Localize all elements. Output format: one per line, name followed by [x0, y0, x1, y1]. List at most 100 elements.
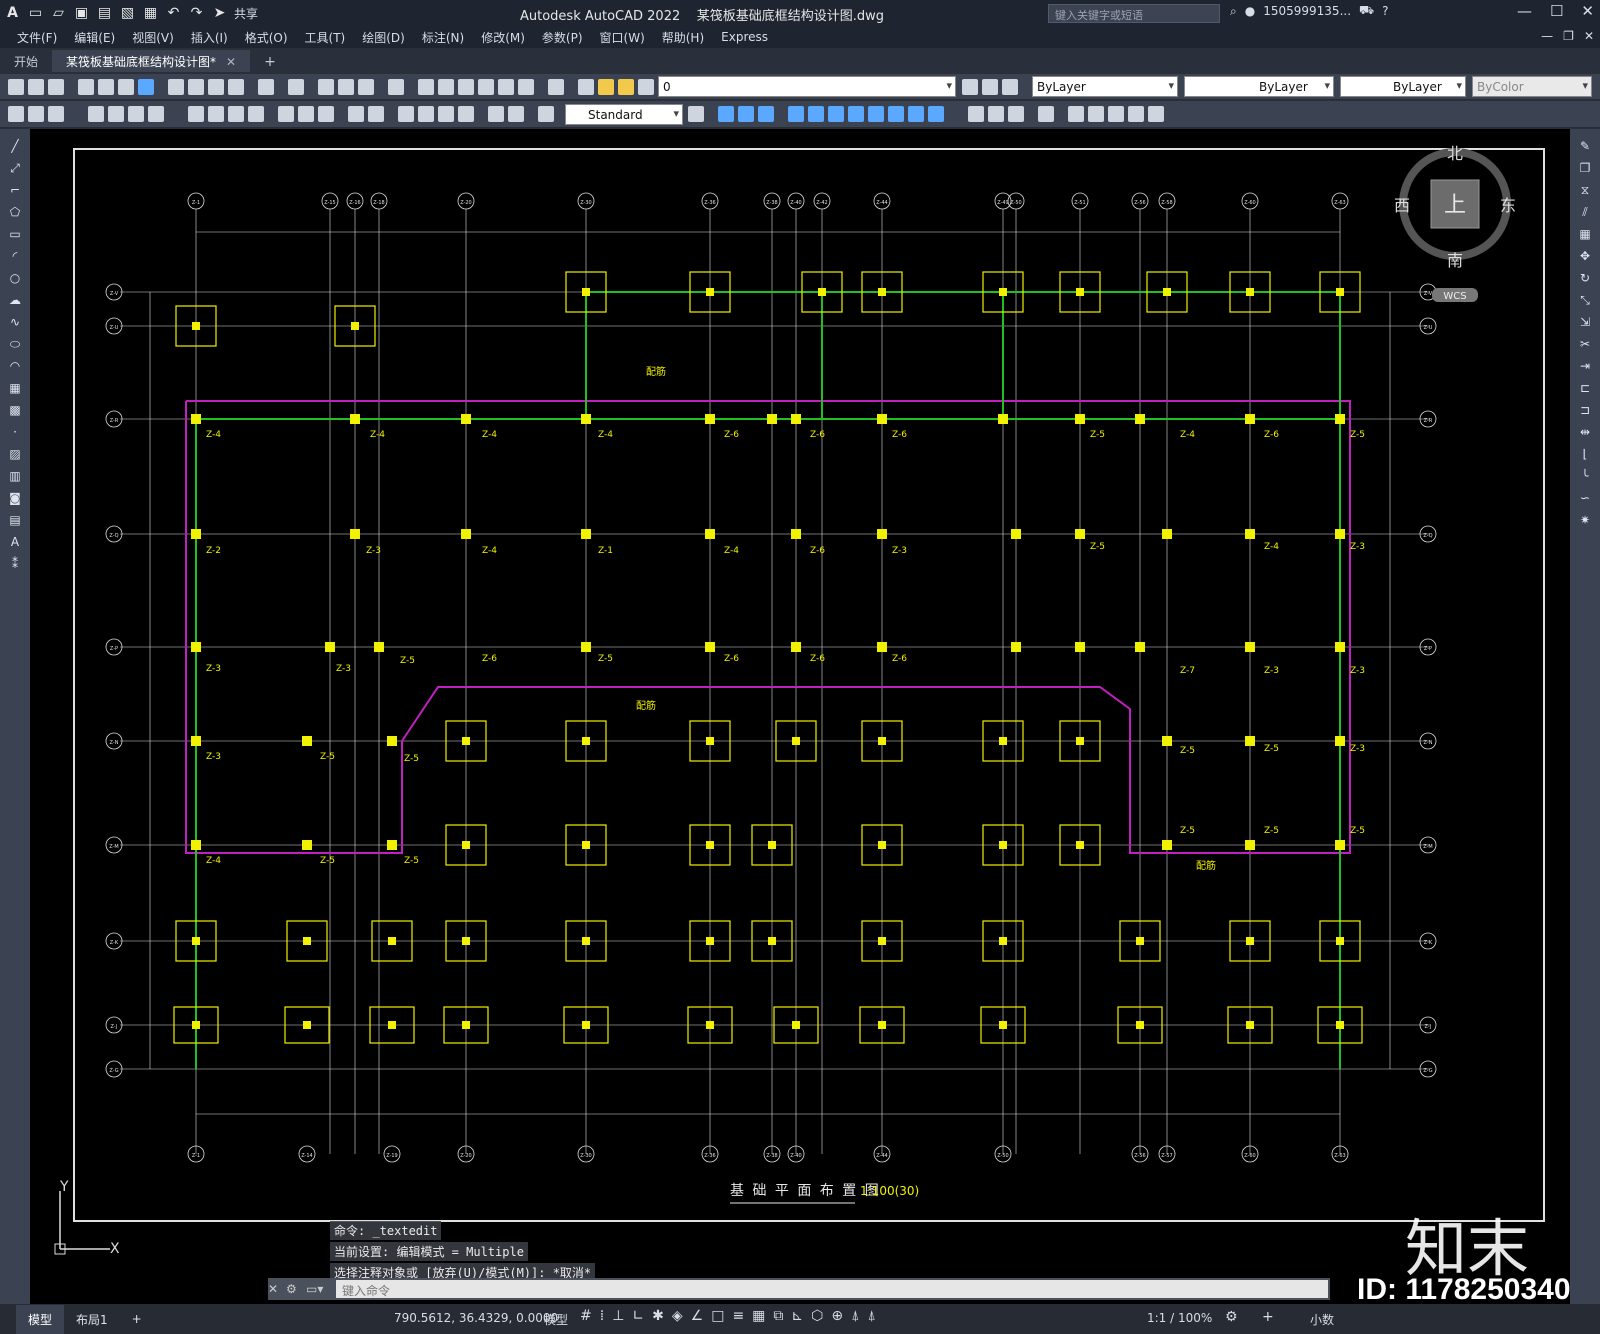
snap-icon[interactable]: ⁞	[600, 1308, 604, 1324]
continue-dim-icon[interactable]	[318, 106, 334, 122]
new-file-icon[interactable]: ▭	[27, 5, 44, 22]
plotstyle-dropdown[interactable]: ByColor ▾	[1472, 76, 1592, 97]
mirror-icon[interactable]: ⧖	[1577, 183, 1593, 197]
layer-freeze-icon[interactable]	[618, 79, 634, 95]
share-button[interactable]: 共享	[234, 5, 258, 22]
color-dropdown[interactable]: ByLayer ▾	[1032, 76, 1178, 97]
ne-iso-icon[interactable]	[888, 106, 904, 122]
insert-block-icon[interactable]: ▦	[7, 381, 23, 395]
gizmo-icon[interactable]: ⊕	[831, 1308, 843, 1324]
hatch-icon[interactable]: ▨	[7, 447, 23, 461]
dim-style-icon[interactable]	[8, 106, 24, 122]
annotation-scale[interactable]: 1:1 / 100%	[1147, 1311, 1212, 1325]
layer-states-icon[interactable]	[1002, 79, 1018, 95]
transparency-icon[interactable]: ▦	[752, 1308, 765, 1324]
copy-icon[interactable]	[188, 79, 204, 95]
dim-break-icon[interactable]	[368, 106, 384, 122]
polygon-icon[interactable]: ⬠	[7, 205, 23, 219]
trim-icon[interactable]: ✂	[1577, 337, 1593, 351]
scale-icon[interactable]: ⤡	[1577, 293, 1593, 307]
dynamic-ucs-icon[interactable]: ⊾	[791, 1308, 803, 1324]
user-icon[interactable]: ●	[1245, 4, 1255, 18]
customize-icon[interactable]: ⚙	[286, 1282, 306, 1296]
revcloud-icon[interactable]: ☁	[7, 293, 23, 307]
point-icon[interactable]: ·	[7, 425, 23, 439]
zoom-previous-icon[interactable]	[388, 79, 404, 95]
ucs-face-icon[interactable]	[1108, 106, 1124, 122]
ucs-world-icon[interactable]	[1068, 106, 1084, 122]
layer-properties-icon[interactable]	[578, 79, 594, 95]
baseline-dim-icon[interactable]	[298, 106, 314, 122]
tab-active-drawing[interactable]: 某筏板基础底框结构设计图* ✕	[52, 50, 251, 72]
explode-icon[interactable]: ✷	[1577, 513, 1593, 527]
search-icon[interactable]: ⌕	[1230, 4, 1237, 19]
view-back-icon[interactable]	[828, 106, 844, 122]
ellipse-arc-icon[interactable]: ◠	[7, 359, 23, 373]
se-iso-icon[interactable]	[868, 106, 884, 122]
compass-east[interactable]: 东	[1500, 196, 1516, 215]
lineweight-icon[interactable]: ≡	[732, 1308, 744, 1324]
view-top-icon[interactable]	[718, 106, 734, 122]
zoom-window-icon[interactable]	[358, 79, 374, 95]
menu-parametric[interactable]: 参数(P)	[542, 29, 583, 46]
ucs-view-icon[interactable]	[1148, 106, 1164, 122]
rotate-icon[interactable]: ↻	[1577, 271, 1593, 285]
menu-view[interactable]: 视图(V)	[132, 29, 174, 46]
annotation-monitor-icon[interactable]: +	[1262, 1309, 1274, 1325]
add-layout-button[interactable]: +	[120, 1306, 154, 1332]
center-mark-icon[interactable]	[418, 106, 434, 122]
redo-icon[interactable]: ↷	[188, 5, 205, 22]
menu-edit[interactable]: 编辑(E)	[74, 29, 115, 46]
stretch-icon[interactable]: ⇲	[1577, 315, 1593, 329]
grid-icon[interactable]: #	[580, 1308, 592, 1324]
save-tool-icon[interactable]	[48, 79, 64, 95]
sheet-set-icon[interactable]	[478, 79, 494, 95]
break-icon[interactable]: ⊐	[1577, 403, 1593, 417]
dim-space-icon[interactable]	[348, 106, 364, 122]
gradient-icon[interactable]: ▥	[7, 469, 23, 483]
menu-format[interactable]: 格式(O)	[245, 29, 288, 46]
doc-minimize-icon[interactable]: —	[1541, 29, 1553, 43]
auto-scale-icon[interactable]: ⍋	[868, 1308, 876, 1324]
undo-icon[interactable]: ↶	[165, 5, 182, 22]
menu-dimension[interactable]: 标注(N)	[422, 29, 464, 46]
join-icon[interactable]: ⇹	[1577, 425, 1593, 439]
make-block-icon[interactable]: ▩	[7, 403, 23, 417]
lineweight-dropdown[interactable]: ByLayer ▾	[1340, 76, 1466, 97]
layer-lock-icon[interactable]	[638, 79, 654, 95]
undo-tool-icon[interactable]	[258, 79, 274, 95]
tool-palettes-icon[interactable]	[458, 79, 474, 95]
radius-dim-icon[interactable]	[188, 106, 204, 122]
command-input[interactable]: 键入命令	[336, 1280, 1328, 1298]
autocad-logo-icon[interactable]: A	[4, 5, 21, 22]
layer-previous-icon[interactable]	[982, 79, 998, 95]
calculator-icon[interactable]	[518, 79, 534, 95]
minimize-icon[interactable]: —	[1517, 2, 1532, 20]
camera-icon[interactable]	[928, 106, 944, 122]
sw-iso-icon[interactable]	[848, 106, 864, 122]
jogged-dim-icon[interactable]	[208, 106, 224, 122]
mtext-icon[interactable]: A	[7, 535, 23, 549]
add-selected-icon[interactable]: ⁑	[7, 557, 23, 571]
units-display[interactable]: 小数	[1310, 1311, 1334, 1328]
view-left-icon[interactable]	[758, 106, 774, 122]
save-icon[interactable]: ▣	[73, 5, 90, 22]
quick-dim-icon[interactable]	[278, 106, 294, 122]
publish-icon[interactable]	[118, 79, 134, 95]
angular-dim-icon[interactable]	[248, 106, 264, 122]
qnew-icon[interactable]	[8, 79, 24, 95]
compass-south[interactable]: 南	[1447, 251, 1463, 270]
plot-icon[interactable]: ▦	[142, 5, 159, 22]
design-center-icon[interactable]	[438, 79, 454, 95]
inspection-icon[interactable]	[438, 106, 454, 122]
tab-model[interactable]: 模型	[16, 1304, 65, 1334]
spline-icon[interactable]: ∿	[7, 315, 23, 329]
layer-on-icon[interactable]	[598, 79, 614, 95]
open-file-icon[interactable]: ▱	[50, 5, 67, 22]
menu-modify[interactable]: 修改(M)	[481, 29, 525, 46]
ordinate-dim-icon[interactable]	[148, 106, 164, 122]
viewcube[interactable]: 上 北 南 东 西 WCS	[1394, 144, 1516, 302]
table-icon[interactable]: ▤	[7, 513, 23, 527]
tolerance-icon[interactable]	[398, 106, 414, 122]
linear-dim-icon[interactable]	[88, 106, 104, 122]
